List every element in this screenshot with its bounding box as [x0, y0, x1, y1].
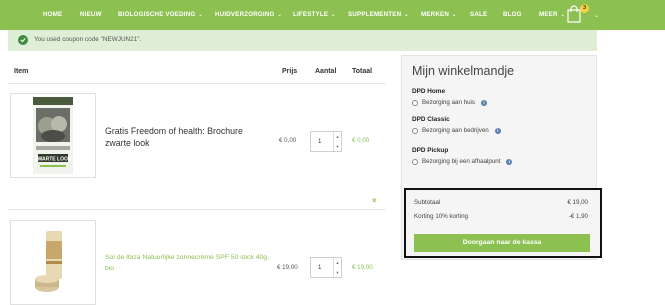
- quantity-value: 1: [318, 138, 322, 145]
- nav-item-supplementen[interactable]: SUPPLEMENTEN ⌄: [348, 11, 409, 18]
- checkout-button[interactable]: Doorgaan naar de kassa: [414, 234, 590, 252]
- shipping-option-label[interactable]: Bezorging aan huis: [422, 99, 475, 106]
- info-icon[interactable]: i: [494, 127, 501, 134]
- shipping-title: DPD Pickup: [412, 147, 449, 154]
- shipping-title: DPD Classic: [412, 116, 450, 123]
- chevron-down-icon: ⌄: [198, 12, 203, 18]
- chevron-down-icon: ⌄: [452, 12, 457, 18]
- discount-label: Korting 10% korting: [414, 213, 468, 220]
- quantity-value: 1: [318, 264, 322, 271]
- nav-item-lifestyle[interactable]: LIFESTYLE ⌄: [293, 11, 336, 18]
- product-total: € 0,00: [352, 137, 370, 144]
- sunscreen-stick-image: [35, 231, 62, 292]
- shipping-dpd-classic: DPD Classic Bezorging aan bedrijven i: [412, 116, 501, 134]
- shipping-dpd-home: DPD Home Bezorging aan huis i: [412, 88, 487, 106]
- quantity-stepper[interactable]: 1 ▲ ▼: [310, 257, 342, 278]
- spin-down-icon[interactable]: ▼: [334, 142, 341, 152]
- shipping-dpd-pickup: DPD Pickup Bezorging bij een afhaalpunt …: [412, 147, 513, 165]
- product-price: € 19,00: [277, 264, 298, 271]
- discount-row: Korting 10% korting -€ 1,90: [414, 213, 588, 220]
- shopping-bag-icon[interactable]: [567, 5, 581, 23]
- shipping-title: DPD Home: [412, 88, 446, 95]
- chevron-down-icon: ⌄: [404, 12, 409, 18]
- nav-item-home[interactable]: HOME: [43, 11, 62, 18]
- nav-item-blog[interactable]: BLOG: [503, 11, 522, 18]
- subtotal-row: Subtotaal € 19,00: [414, 199, 588, 206]
- nav-item-meer[interactable]: MEER ⌄: [539, 11, 565, 18]
- subtotal-label: Subtotaal: [414, 199, 441, 206]
- chevron-down-icon: ⌄: [277, 12, 282, 18]
- shipping-option-label[interactable]: Bezorging aan bedrijven: [422, 127, 489, 134]
- radio-button[interactable]: [412, 127, 418, 134]
- product-name[interactable]: Sol de Ibiza Natuurlijke zonnecrème SPF …: [105, 252, 270, 274]
- chevron-down-icon[interactable]: ⌄: [594, 12, 599, 19]
- header-price: Prijs: [282, 68, 298, 75]
- notice-text: You used coupon code "NEWJUN21".: [34, 36, 142, 43]
- nav-item-biologische-voeding[interactable]: BIOLOGISCHE VOEDING ⌄: [118, 11, 203, 18]
- subtotal-value: € 19,00: [567, 199, 588, 206]
- spin-up-icon[interactable]: ▲: [334, 258, 341, 268]
- sidebar-title: Mijn winkelmandje: [412, 64, 515, 78]
- shipping-option-label[interactable]: Bezorging bij een afhaalpunt: [422, 158, 500, 165]
- row-divider: [8, 209, 386, 210]
- nav-item-huidverzorging[interactable]: HUIDVERZORGING ⌄: [215, 11, 282, 18]
- cart-count-badge: 3: [580, 4, 589, 13]
- quantity-spinner[interactable]: ▲ ▼: [333, 258, 341, 277]
- product-total: € 19,00: [352, 264, 373, 271]
- header-quantity: Aantal: [315, 68, 337, 75]
- order-summary: Subtotaal € 19,00 Korting 10% korting -€…: [404, 188, 602, 258]
- discount-value: -€ 1,90: [568, 213, 588, 220]
- product-thumbnail[interactable]: ZWARTE LOOK: [10, 93, 96, 178]
- quantity-stepper[interactable]: 1 ▲ ▼: [310, 131, 342, 152]
- header-total: Totaal: [352, 68, 373, 75]
- radio-button[interactable]: [412, 158, 418, 165]
- quantity-spinner[interactable]: ▲ ▼: [333, 132, 341, 151]
- product-thumbnail[interactable]: [10, 220, 96, 305]
- brochure-caption: ZWARTE LOOK: [35, 157, 72, 163]
- nav-item-sale[interactable]: SALE: [470, 11, 487, 18]
- main-navigation: HOME NIEUW BIOLOGISCHE VOEDING ⌄ HUIDVERZ…: [0, 0, 665, 30]
- chevron-down-icon: ⌄: [331, 12, 336, 18]
- chevron-down-icon: ⌄: [560, 12, 566, 18]
- nav-item-merken[interactable]: MERKEN ⌄: [421, 11, 456, 18]
- header-divider: [8, 83, 386, 84]
- brochure-image: ZWARTE LOOK: [33, 97, 73, 174]
- info-icon[interactable]: i: [480, 99, 487, 106]
- product-price: € 0,00: [279, 137, 297, 144]
- header-item: Item: [14, 68, 29, 75]
- spin-down-icon[interactable]: ▼: [334, 268, 341, 278]
- nav-item-nieuw[interactable]: NIEUW: [80, 11, 102, 18]
- info-icon[interactable]: i: [506, 158, 513, 165]
- spin-up-icon[interactable]: ▲: [334, 132, 341, 142]
- coupon-notice: You used coupon code "NEWJUN21".: [8, 30, 597, 51]
- checkmark-icon: [18, 35, 28, 45]
- remove-item-icon[interactable]: ×: [372, 196, 377, 205]
- radio-button[interactable]: [412, 99, 418, 106]
- product-name[interactable]: Gratis Freedom of health: Brochure zwart…: [105, 125, 270, 149]
